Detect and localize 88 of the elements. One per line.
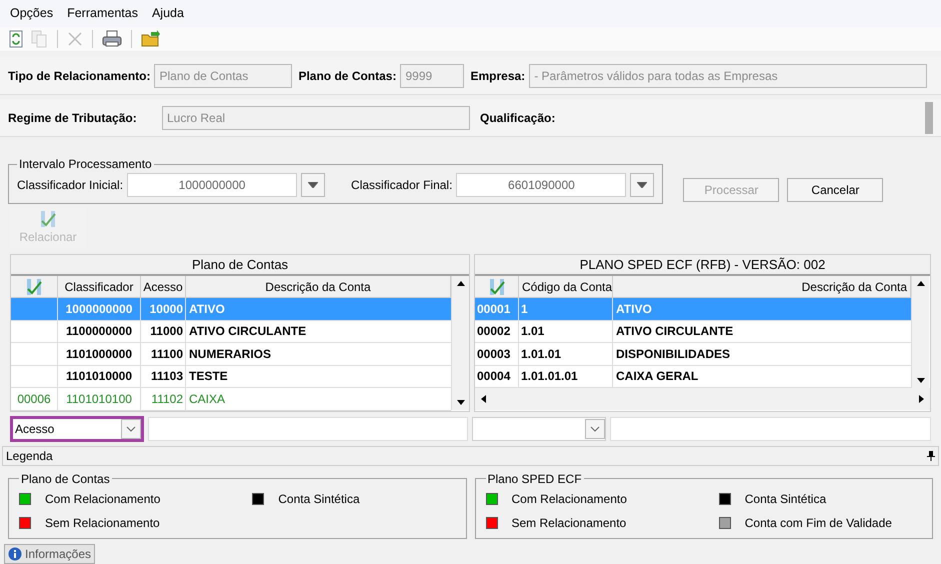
horizontal-scrollbar[interactable] bbox=[475, 388, 930, 410]
printer-icon[interactable] bbox=[102, 30, 122, 48]
field-label: Qualificação: bbox=[480, 110, 556, 126]
menu-item[interactable]: Ajuda bbox=[152, 4, 184, 23]
caret-icon bbox=[590, 426, 600, 432]
menu-item[interactable]: Ferramentas bbox=[67, 4, 138, 23]
dropdown-button[interactable] bbox=[121, 418, 141, 438]
column-header[interactable]: Código da Conta bbox=[519, 276, 613, 297]
dropdown-button[interactable] bbox=[301, 173, 326, 197]
field-label: Regime de Tributação: bbox=[8, 110, 138, 126]
legend-label: Com Relacionamento bbox=[512, 490, 627, 508]
table-cell-text: ATIVO CIRCULANTE bbox=[189, 323, 306, 340]
table-cell-text: TESTE bbox=[189, 368, 228, 386]
caret-icon bbox=[126, 426, 136, 432]
dropdown-button[interactable] bbox=[630, 173, 654, 197]
table-row[interactable]: 00002 1.01 ATIVO CIRCULANTE bbox=[475, 320, 911, 343]
action-button[interactable]: Cancelar bbox=[787, 178, 884, 202]
column-header[interactable]: Acesso bbox=[141, 276, 186, 297]
legend-label: Conta Sintética bbox=[744, 490, 826, 508]
table-cell-text: ATIVO bbox=[616, 300, 652, 318]
legend-label: Conta com Fim de Validade bbox=[744, 514, 892, 532]
table-cell-text: 11102 bbox=[151, 390, 183, 408]
table-cell-text: 1101010100 bbox=[66, 390, 132, 408]
group-title: Plano SPED ECF bbox=[486, 470, 583, 488]
legend-label: Com Relacionamento bbox=[45, 490, 160, 508]
table-cell-text: 1.01.01.01 bbox=[521, 368, 578, 386]
table-cell-text: DISPONIBILIDADES bbox=[616, 346, 730, 363]
input-field[interactable] bbox=[148, 416, 468, 440]
table-cell-text: 1.01 bbox=[521, 323, 544, 340]
table-row[interactable]: 1100000000 11000 ATIVO CIRCULANTE bbox=[11, 320, 451, 343]
table-cell-text: 1.01.01 bbox=[521, 346, 562, 363]
table-row[interactable]: 1101010000 11103 TESTE bbox=[11, 366, 451, 388]
dropdown-button[interactable] bbox=[584, 418, 604, 438]
table-title: PLANO SPED ECF (RFB) - VERSÃO: 002 bbox=[475, 255, 930, 276]
tab[interactable]: Informações bbox=[4, 544, 96, 564]
input-field[interactable]: 6601090000 bbox=[456, 173, 626, 197]
table-cell-text: 1101000000 bbox=[66, 346, 132, 363]
pin-icon[interactable] bbox=[927, 450, 935, 460]
table-cell-text: 00001 bbox=[477, 300, 510, 318]
folder-icon[interactable] bbox=[141, 30, 161, 48]
table-cell-text: 11100 bbox=[150, 346, 183, 363]
field-label: Classificador Final: bbox=[351, 177, 452, 194]
table-title: Plano de Contas bbox=[11, 255, 469, 276]
table-cell-text: 00002 bbox=[477, 323, 510, 340]
table-cell-text: CAIXA bbox=[189, 390, 226, 408]
table-cell-text: 1100000000 bbox=[66, 323, 132, 340]
table-cell-text: ATIVO bbox=[189, 300, 225, 318]
input-field[interactable] bbox=[610, 416, 931, 440]
scrollbar[interactable] bbox=[911, 276, 929, 388]
tree-check-icon[interactable] bbox=[488, 278, 506, 296]
table-cell-text: 1 bbox=[521, 300, 528, 318]
scrollbar[interactable] bbox=[925, 102, 933, 134]
table-cell-text: NUMERARIOS bbox=[189, 346, 272, 363]
field-label: Classificador Inicial: bbox=[17, 177, 124, 194]
legend-label: Sem Relacionamento bbox=[45, 514, 160, 532]
table-row[interactable]: 1101000000 11100 NUMERARIOS bbox=[11, 343, 451, 366]
table-row[interactable]: 00003 1.01.01 DISPONIBILIDADES bbox=[475, 343, 911, 366]
table-cell-text: 11000 bbox=[150, 323, 183, 340]
group-title: Plano de Contas bbox=[20, 470, 111, 488]
field-label: Tipo de Relacionamento: bbox=[8, 68, 150, 84]
input-field[interactable]: 1000000000 bbox=[127, 173, 298, 197]
filter-combo[interactable] bbox=[472, 416, 606, 440]
table-row[interactable]: 00006 1101010100 11102 CAIXA bbox=[11, 388, 451, 410]
tree-check-icon[interactable] bbox=[25, 278, 43, 296]
field-label: Empresa: bbox=[470, 68, 526, 84]
legend-label: Sem Relacionamento bbox=[512, 514, 626, 532]
info-icon bbox=[8, 547, 22, 561]
table-cell-text: 11103 bbox=[150, 368, 183, 386]
field-label: Plano de Contas: bbox=[298, 68, 396, 84]
column-header[interactable]: Classificador bbox=[58, 276, 141, 297]
caret-icon bbox=[637, 182, 648, 188]
caret-icon bbox=[308, 182, 318, 188]
table-cell-text: 1101010000 bbox=[66, 368, 132, 386]
refresh-icon[interactable] bbox=[8, 30, 24, 48]
table-cell-text: 00003 bbox=[477, 346, 510, 363]
menu-item[interactable]: Opções bbox=[10, 4, 54, 23]
table-cell-text: 1000000000 bbox=[66, 300, 132, 318]
legend-label: Conta Sintética bbox=[278, 490, 360, 508]
filter-combo[interactable]: Acesso bbox=[10, 416, 144, 442]
panel-title: Legenda bbox=[6, 448, 53, 464]
table-cell-text: CAIXA GERAL bbox=[616, 368, 698, 386]
table-cell-text: 00006 bbox=[17, 390, 51, 408]
table-row[interactable]: 00004 1.01.01.01 CAIXA GERAL bbox=[475, 366, 911, 388]
group-title: Intervalo Processamento bbox=[18, 156, 153, 173]
scrollbar[interactable] bbox=[451, 276, 469, 410]
table-cell-text: 10000 bbox=[150, 300, 183, 318]
table-cell-text: 00004 bbox=[477, 368, 510, 386]
table-cell-text: ATIVO CIRCULANTE bbox=[616, 323, 734, 340]
